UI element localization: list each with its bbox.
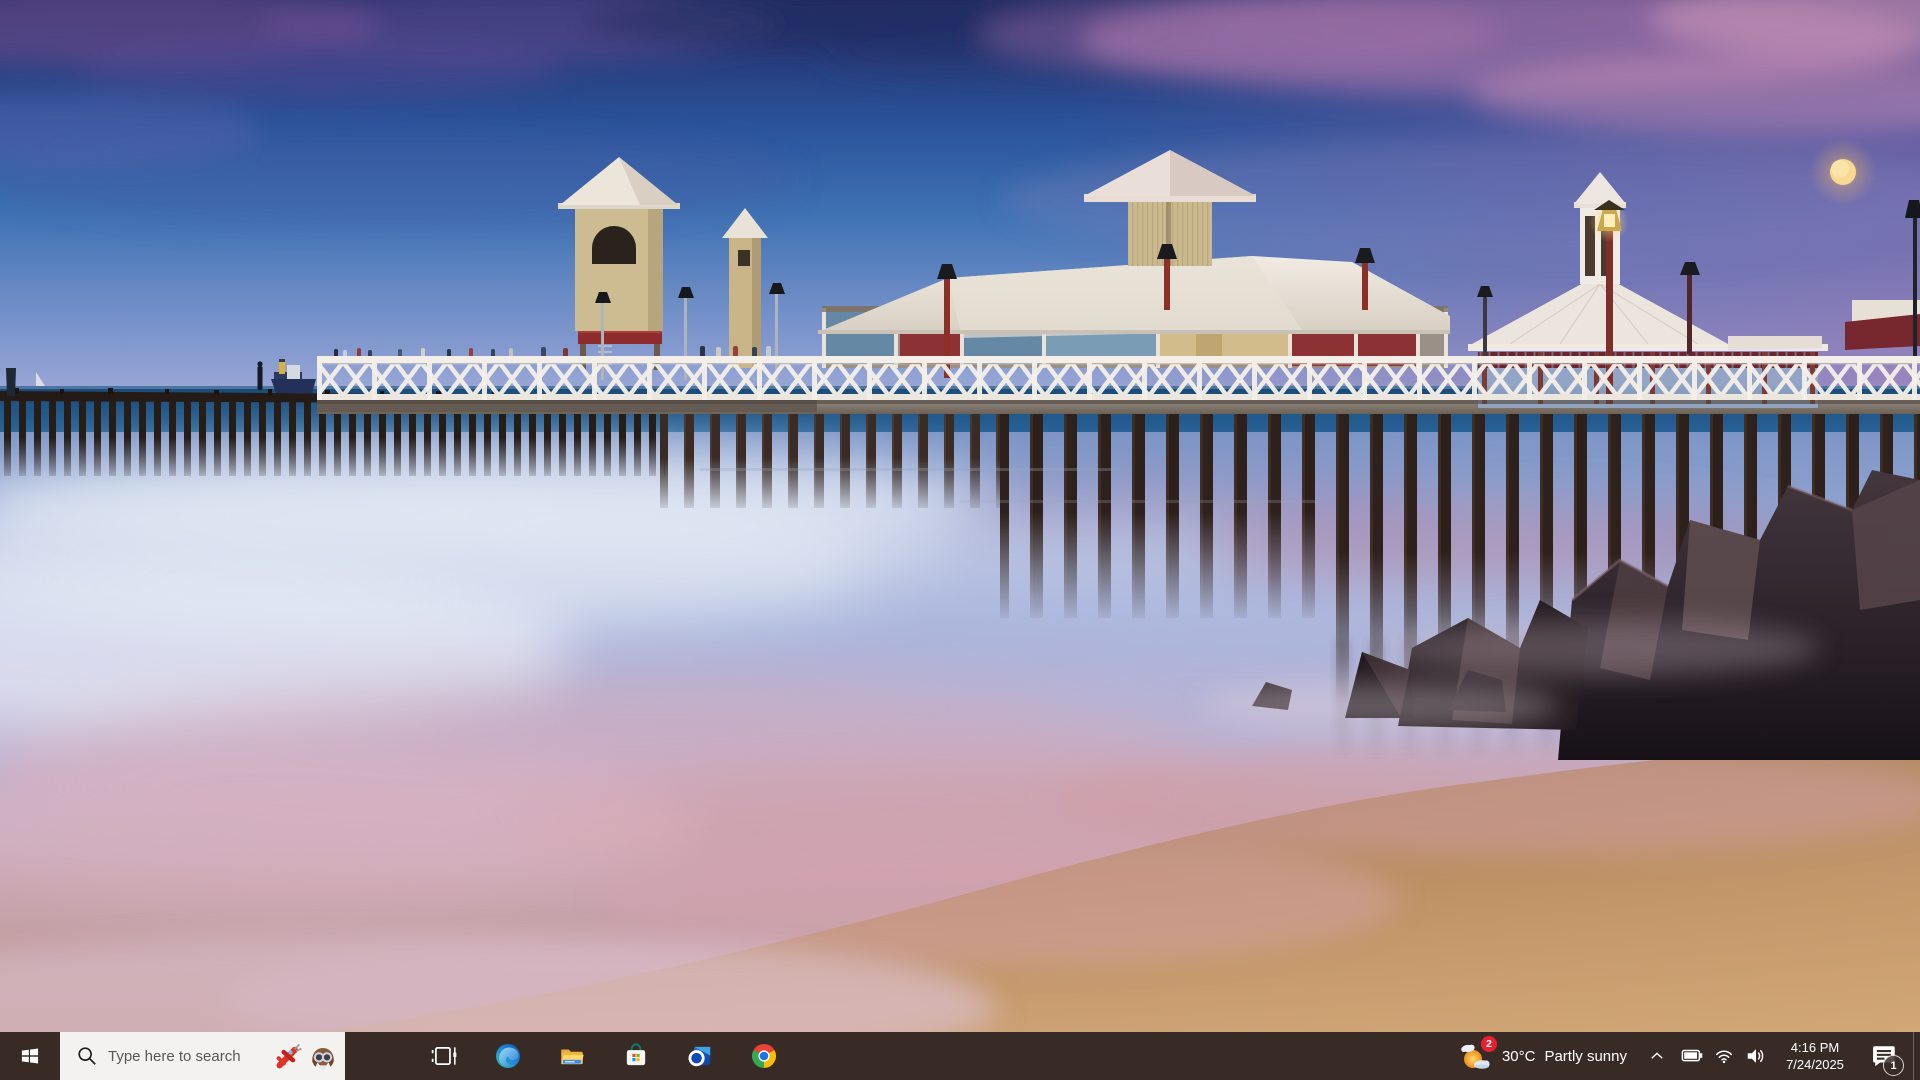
wallpaper-image bbox=[0, 0, 1920, 1032]
toy-plane-icon bbox=[273, 1040, 305, 1072]
outlook-icon bbox=[686, 1042, 714, 1070]
wifi-icon bbox=[1714, 1046, 1734, 1066]
system-tray: 2 30°C Partly sunny bbox=[1447, 1032, 1920, 1080]
clock[interactable]: 4:16 PM 7/24/2025 bbox=[1773, 1032, 1857, 1080]
search-highlight-decoration[interactable] bbox=[273, 1040, 339, 1072]
hidden-icons-button[interactable] bbox=[1639, 1032, 1675, 1080]
task-view-icon bbox=[431, 1043, 457, 1069]
clock-date: 7/24/2025 bbox=[1786, 1056, 1844, 1073]
show-desktop-button[interactable] bbox=[1913, 1032, 1920, 1080]
weather-temperature: 30°C bbox=[1502, 1048, 1536, 1065]
taskbar-app-outlook[interactable] bbox=[668, 1032, 732, 1080]
taskbar-apps bbox=[412, 1032, 796, 1080]
weather-widget[interactable]: 2 30°C Partly sunny bbox=[1447, 1032, 1639, 1080]
action-center-button[interactable]: 1 bbox=[1857, 1032, 1913, 1080]
edge-icon bbox=[494, 1042, 522, 1070]
taskbar-app-chrome[interactable] bbox=[732, 1032, 796, 1080]
distant-lighthouse bbox=[6, 368, 16, 396]
action-center-badge: 1 bbox=[1883, 1055, 1904, 1076]
windows-logo-icon bbox=[19, 1045, 41, 1067]
desktop[interactable] bbox=[0, 0, 1920, 1032]
taskbar-app-microsoft-store[interactable] bbox=[604, 1032, 668, 1080]
taskbar-app-task-view[interactable] bbox=[412, 1032, 476, 1080]
search-icon bbox=[76, 1045, 98, 1067]
microsoft-store-icon bbox=[622, 1042, 650, 1070]
chrome-icon bbox=[750, 1042, 778, 1070]
volume-button[interactable] bbox=[1739, 1032, 1773, 1080]
taskbar-app-edge[interactable] bbox=[476, 1032, 540, 1080]
taskbar: 2 30°C Partly sunny bbox=[0, 1032, 1920, 1080]
moon bbox=[1809, 138, 1877, 206]
clock-time: 4:16 PM bbox=[1791, 1039, 1839, 1056]
wifi-button[interactable] bbox=[1709, 1032, 1739, 1080]
taskbar-app-file-explorer[interactable] bbox=[540, 1032, 604, 1080]
fisherman-silhouette bbox=[257, 361, 262, 390]
volume-icon bbox=[1745, 1045, 1767, 1067]
file-explorer-icon bbox=[558, 1042, 586, 1070]
weather-badge: 2 bbox=[1481, 1036, 1497, 1052]
start-button[interactable] bbox=[0, 1032, 60, 1080]
weather-condition: Partly sunny bbox=[1544, 1048, 1627, 1065]
chevron-up-icon bbox=[1648, 1047, 1666, 1065]
pier-railing bbox=[317, 356, 1920, 404]
battery-icon bbox=[1681, 1045, 1703, 1067]
aviator-cap-icon bbox=[307, 1040, 339, 1072]
battery-button[interactable] bbox=[1675, 1032, 1709, 1080]
search-input[interactable] bbox=[106, 1047, 273, 1066]
search-box[interactable] bbox=[60, 1032, 345, 1080]
